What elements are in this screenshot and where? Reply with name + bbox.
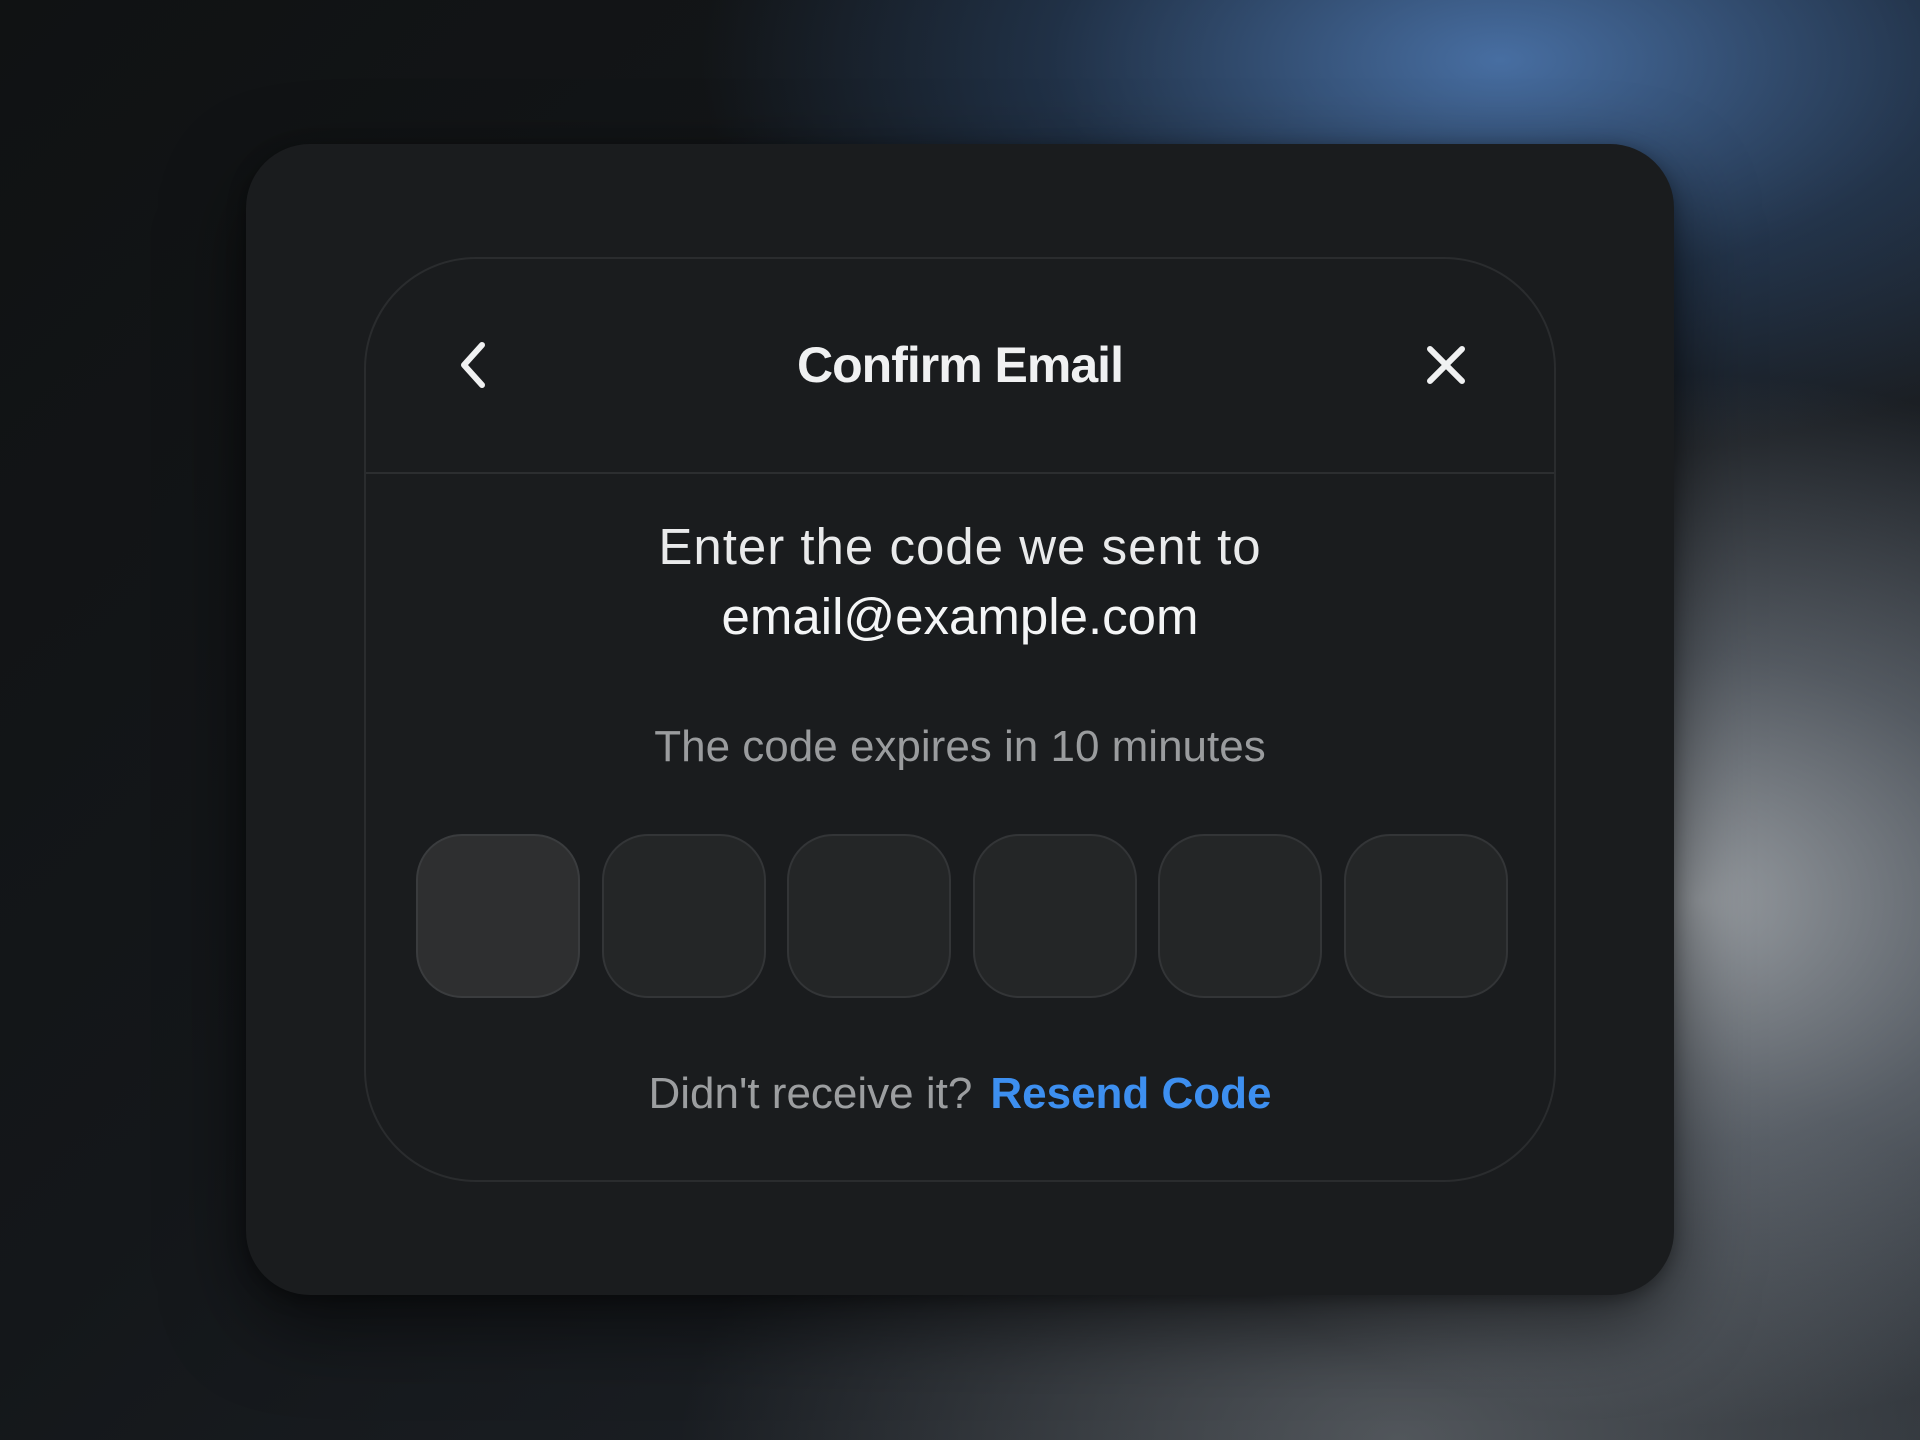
code-digit-3[interactable] <box>787 834 951 998</box>
dialog-header: Confirm Email <box>366 259 1554 474</box>
close-icon <box>1427 346 1465 384</box>
instruction-text: Enter the code we sent to <box>658 518 1262 575</box>
close-button[interactable] <box>1418 337 1474 393</box>
dialog-title: Confirm Email <box>797 337 1124 393</box>
code-digit-5[interactable] <box>1158 834 1322 998</box>
code-digit-2[interactable] <box>602 834 766 998</box>
resend-prompt: Didn't receive it? <box>648 1069 973 1118</box>
code-digit-6[interactable] <box>1344 834 1508 998</box>
code-digit-4[interactable] <box>973 834 1137 998</box>
expiry-notice: The code expires in 10 minutes <box>654 722 1266 771</box>
resend-row: Didn't receive it? Resend Code <box>366 1064 1554 1124</box>
modal-card: Confirm Email Enter the code we sent to … <box>246 144 1674 1295</box>
resend-code-link[interactable]: Resend Code <box>990 1069 1271 1118</box>
email-address: email@example.com <box>721 588 1199 645</box>
code-digit-1[interactable] <box>416 834 580 998</box>
confirm-email-dialog: Confirm Email Enter the code we sent to … <box>364 257 1556 1182</box>
verification-code-input <box>416 834 1508 998</box>
